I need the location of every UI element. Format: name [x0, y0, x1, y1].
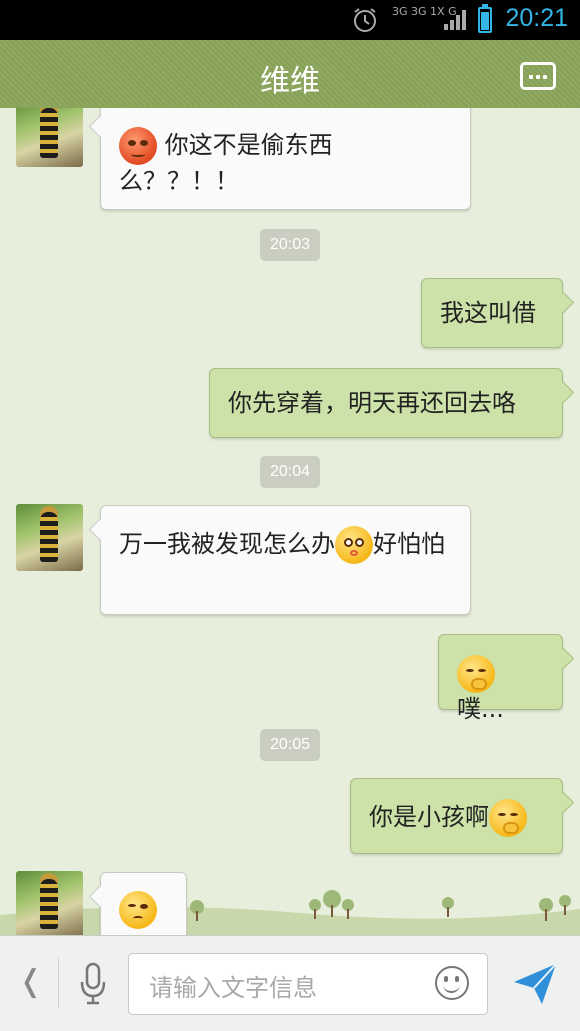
giggle-emoji-icon — [457, 655, 495, 693]
message-bubble-received[interactable]: 你这不是偷东西么？？！！ — [100, 108, 471, 210]
message-text: 噗... — [457, 695, 504, 723]
emoji-icon[interactable] — [435, 966, 469, 1000]
back-chevron-icon[interactable]: ❬ — [18, 964, 43, 999]
timestamp: 20:04 — [260, 456, 320, 488]
contact-avatar[interactable] — [16, 108, 83, 167]
alarm-icon — [354, 8, 376, 32]
timestamp: 20:05 — [260, 729, 320, 761]
microphone-icon[interactable] — [78, 962, 108, 1006]
message-bubble-received[interactable]: 万一我被发现怎么办 好怕怕 — [100, 505, 471, 615]
message-text: 你是小孩啊 — [369, 803, 489, 831]
input-bar: ❬ 请输入文字信息 — [0, 935, 580, 1031]
angry-emoji-icon — [119, 127, 157, 165]
battery-icon — [478, 4, 492, 33]
signal-icon — [444, 10, 466, 30]
divider — [58, 958, 59, 1008]
giggle-emoji-icon — [489, 799, 527, 837]
message-input[interactable]: 请输入文字信息 — [128, 953, 488, 1015]
message-bubble-sent[interactable]: 噗... — [438, 634, 563, 723]
message-text: 好怕怕 — [373, 530, 445, 558]
shy-emoji-icon — [335, 526, 373, 564]
send-icon[interactable] — [512, 962, 558, 1006]
message-text: 万一我被发现怎么办 — [119, 530, 335, 558]
contact-avatar[interactable] — [16, 871, 83, 935]
message-text: 你先穿着，明天再还回去咯 — [228, 389, 516, 417]
smirk-emoji-icon — [119, 891, 157, 929]
message-bubble-sent[interactable]: 你是小孩啊 — [350, 778, 563, 854]
message-input-placeholder: 请输入文字信息 — [149, 974, 317, 1002]
background-scenery — [0, 890, 580, 935]
more-dots-icon[interactable] — [520, 62, 556, 90]
chat-header: 维维 — [0, 40, 580, 110]
chat-area[interactable]: 你这不是偷东西么？？！！ 20:03 我这叫借 你先穿着，明天再还回去咯 20:… — [0, 108, 580, 935]
contact-name: 维维 — [260, 64, 320, 99]
message-bubble-received[interactable] — [100, 872, 187, 935]
message-bubble-sent[interactable]: 我这叫借 — [421, 278, 563, 348]
message-bubble-sent[interactable]: 你先穿着，明天再还回去咯 — [209, 368, 563, 438]
message-text: 我这叫借 — [440, 299, 536, 327]
timestamp: 20:03 — [260, 229, 320, 261]
status-bar: 3G 3G 1X G 20:21 — [0, 0, 580, 40]
contact-avatar[interactable] — [16, 504, 83, 571]
status-time: 20:21 — [505, 4, 568, 32]
